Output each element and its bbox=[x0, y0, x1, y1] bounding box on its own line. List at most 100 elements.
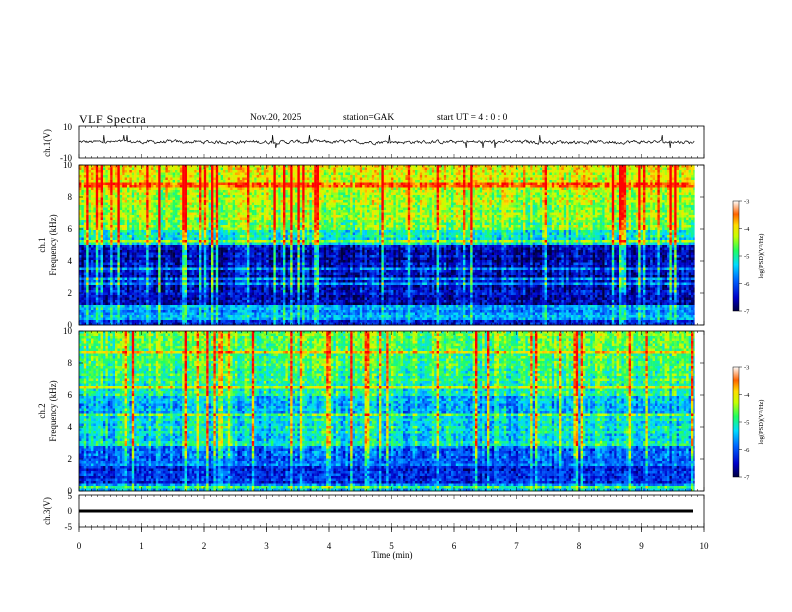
spec-cell bbox=[487, 175, 490, 178]
spec-cell bbox=[316, 187, 320, 191]
spec-cell bbox=[554, 192, 557, 196]
spec-cell bbox=[405, 172, 408, 176]
spec-cell bbox=[477, 187, 480, 191]
spec-cell bbox=[681, 195, 684, 198]
spec-cell bbox=[650, 195, 653, 198]
spec-cell bbox=[146, 187, 149, 191]
spec-cell bbox=[542, 170, 545, 173]
spec-cell bbox=[290, 197, 293, 201]
spec-cell bbox=[299, 202, 303, 206]
spec-cell bbox=[139, 165, 142, 168]
spec-cell bbox=[439, 202, 442, 206]
spec-cell bbox=[242, 177, 245, 181]
spec-cell bbox=[520, 187, 524, 191]
spec-cell bbox=[155, 192, 159, 196]
spec-cell bbox=[501, 180, 504, 183]
spec-cell bbox=[539, 177, 543, 181]
spec-cell bbox=[347, 205, 351, 208]
spec-cell bbox=[616, 207, 620, 211]
spec-cell bbox=[184, 190, 188, 193]
spec-cell bbox=[261, 192, 264, 196]
spec-cell bbox=[201, 192, 204, 196]
spec-cell bbox=[256, 207, 260, 211]
spec-cell bbox=[129, 207, 132, 211]
spec-cell bbox=[100, 195, 104, 198]
spec-cell bbox=[179, 175, 183, 178]
spec-cell bbox=[575, 185, 579, 188]
spec-cell bbox=[587, 207, 591, 211]
spec-cell bbox=[172, 205, 176, 208]
spec-cell bbox=[194, 170, 197, 173]
spec-cell bbox=[633, 167, 636, 171]
spec-cell bbox=[247, 207, 250, 211]
spec-cell bbox=[374, 180, 377, 183]
spec-cell bbox=[227, 190, 231, 193]
spec-cell bbox=[491, 187, 495, 191]
spec-cell bbox=[278, 205, 281, 208]
spec-cell bbox=[259, 167, 262, 171]
spec-cell bbox=[237, 175, 240, 178]
spec-cell bbox=[429, 187, 432, 191]
spec-cell bbox=[235, 200, 238, 203]
spec-cell bbox=[326, 205, 329, 208]
spec-cell bbox=[635, 167, 639, 171]
spec-cell bbox=[431, 177, 435, 181]
spec-cell bbox=[479, 165, 483, 168]
spec-cell bbox=[206, 210, 209, 213]
spec-cell bbox=[352, 202, 356, 206]
spec-cell bbox=[415, 210, 418, 213]
spec-cell bbox=[184, 205, 188, 208]
spec-cell bbox=[463, 190, 466, 193]
spec-cell bbox=[424, 210, 428, 213]
spec-cell bbox=[206, 195, 209, 198]
spec-cell bbox=[95, 202, 99, 206]
spec-cell bbox=[539, 167, 543, 171]
spec-cell bbox=[628, 202, 632, 206]
spec-cell bbox=[287, 185, 291, 188]
spec-cell bbox=[501, 192, 504, 196]
spec-cell bbox=[81, 177, 84, 181]
spec-cell bbox=[645, 190, 648, 193]
spec-cell bbox=[230, 187, 233, 191]
spec-cell bbox=[88, 187, 92, 191]
spec-cell bbox=[357, 185, 360, 188]
spec-cell bbox=[551, 175, 555, 178]
spec-cell bbox=[271, 180, 274, 183]
spec-cell bbox=[345, 210, 348, 213]
spec-cell bbox=[172, 207, 176, 211]
spec-cell bbox=[247, 210, 250, 213]
spec-cell bbox=[611, 205, 615, 208]
spec-cell bbox=[172, 195, 176, 198]
spec-cell bbox=[314, 192, 317, 196]
spec-cell bbox=[100, 192, 104, 196]
spec-cell bbox=[285, 170, 288, 173]
spec-cell bbox=[151, 205, 154, 208]
spec-cell bbox=[676, 185, 680, 188]
spec-cell bbox=[623, 177, 627, 181]
spec-cell bbox=[105, 175, 108, 178]
spec-cell bbox=[355, 202, 358, 206]
spec-cell bbox=[439, 187, 442, 191]
spec-cell bbox=[86, 197, 89, 201]
spec-cell bbox=[691, 185, 694, 188]
spec-cell bbox=[446, 177, 449, 181]
spec-cell bbox=[499, 207, 502, 211]
spec-cell bbox=[501, 190, 504, 193]
spec-cell bbox=[508, 207, 512, 211]
spec-cell bbox=[273, 202, 276, 206]
spec-cell bbox=[141, 192, 144, 196]
spec-cell bbox=[319, 195, 322, 198]
spec-cell bbox=[215, 167, 219, 171]
spec-cell bbox=[395, 207, 399, 211]
spec-cell bbox=[566, 185, 569, 188]
spec-cell bbox=[671, 192, 675, 196]
spec-cell bbox=[103, 192, 106, 196]
spec-cell bbox=[520, 175, 524, 178]
spec-cell bbox=[208, 167, 212, 171]
spec-cell bbox=[208, 177, 212, 181]
spec-cell bbox=[597, 170, 600, 173]
spec-cell bbox=[355, 210, 358, 213]
spec-cell bbox=[662, 185, 665, 188]
spec-cell bbox=[415, 185, 418, 188]
spec-cell bbox=[683, 207, 687, 211]
